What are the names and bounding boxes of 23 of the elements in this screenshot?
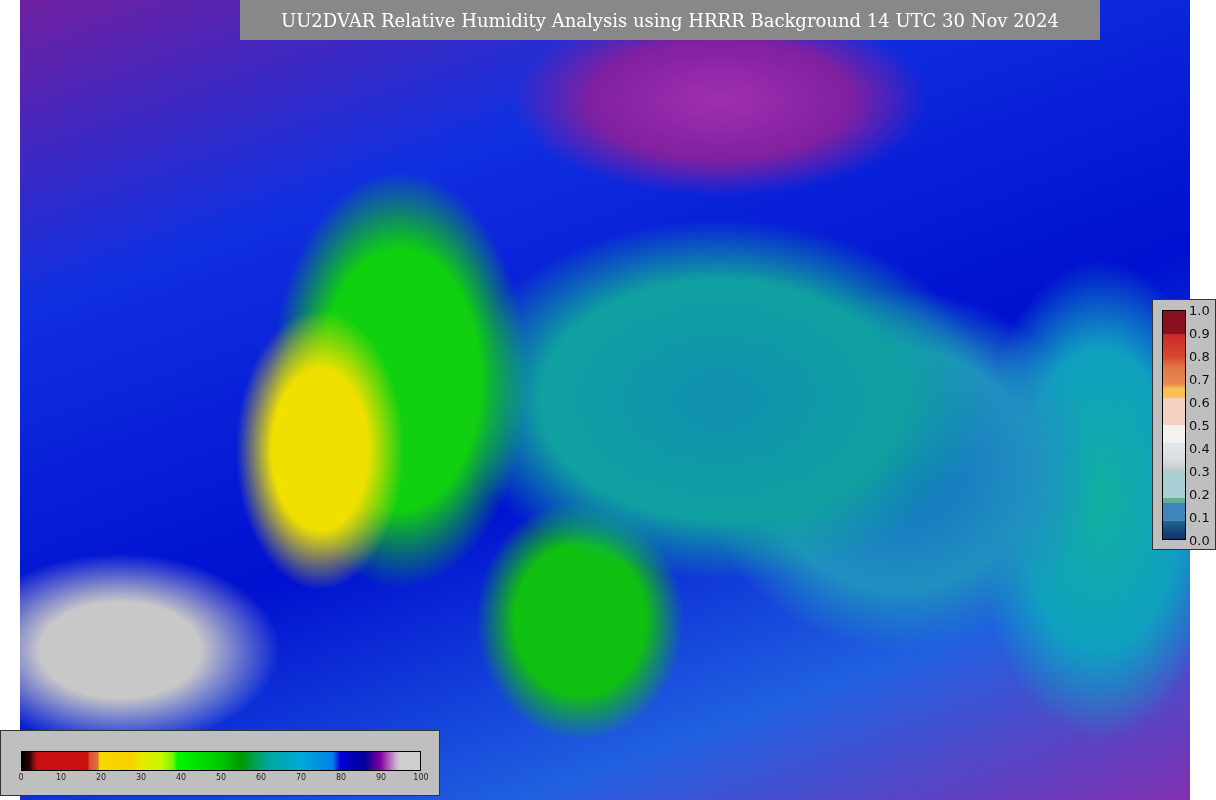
tick-label: 0.8 <box>1189 348 1210 364</box>
tick-label: 50 <box>215 773 227 782</box>
tick-label: 30 <box>135 773 147 782</box>
tick-label: 0.1 <box>1189 509 1210 525</box>
tick-label: 0.3 <box>1189 463 1210 479</box>
tick-label: 100 <box>413 773 429 782</box>
tick-label: 60 <box>255 773 267 782</box>
tick-label: 70 <box>295 773 307 782</box>
tick-label: 0.5 <box>1189 417 1210 433</box>
map-title: UU2DVAR Relative Humidity Analysis using HRRR Background 14 UTC 30 Nov 2024 <box>240 0 1100 40</box>
tick-label: 0.4 <box>1189 440 1210 456</box>
tick-label: 40 <box>175 773 187 782</box>
tick-label: 80 <box>335 773 347 782</box>
tick-label: 0.2 <box>1189 486 1210 502</box>
tick-label: 0.6 <box>1189 394 1210 410</box>
tick-label: 20 <box>95 773 107 782</box>
tick-label: 0.0 <box>1189 532 1210 548</box>
tick-label: 0.7 <box>1189 371 1210 387</box>
tick-label: 90 <box>375 773 387 782</box>
tick-label: 0 <box>18 773 24 782</box>
tick-label: 0.9 <box>1189 325 1210 341</box>
tick-label: 10 <box>55 773 67 782</box>
tick-label: 1.0 <box>1189 302 1210 318</box>
